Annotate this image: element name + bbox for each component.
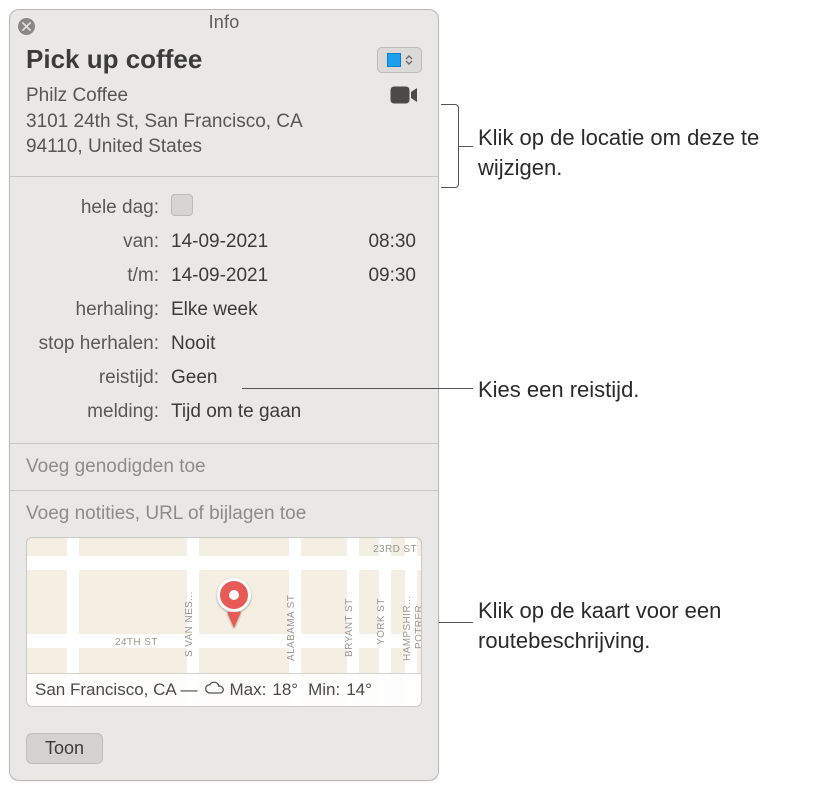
event-details: hele dag: van: 14-09-2021 08:30 t/m: 14-… xyxy=(10,177,438,444)
all-day-checkbox[interactable] xyxy=(171,194,193,216)
event-header: Pick up coffee Philz Coffee 3101 24th St… xyxy=(10,34,438,177)
weather-high: 18° xyxy=(272,680,298,700)
row-from: van: 14-09-2021 08:30 xyxy=(26,225,422,259)
popover-footer: Toon xyxy=(10,719,438,780)
invitees-field[interactable]: Voeg genodigden toe xyxy=(26,456,206,477)
show-button[interactable]: Toon xyxy=(26,733,103,764)
location-name: Philz Coffee xyxy=(26,83,356,109)
label-to: t/m: xyxy=(26,265,171,287)
to-time[interactable]: 09:30 xyxy=(342,265,422,287)
map-street-label: 23RD ST xyxy=(373,544,417,555)
calendar-color-swatch xyxy=(387,53,401,67)
map-footer: San Francisco, CA — Max:18° Min: 14° xyxy=(27,673,421,706)
notes-section: Voeg notities, URL of bijlagen toe 23RD … xyxy=(10,491,438,719)
row-repeat: herhaling: Elke week xyxy=(26,293,422,327)
calendar-picker[interactable] xyxy=(377,47,422,73)
row-to: t/m: 14-09-2021 09:30 xyxy=(26,259,422,293)
close-button[interactable] xyxy=(18,18,35,35)
annotation-leader xyxy=(459,146,473,147)
weather-low: 14° xyxy=(346,680,372,700)
weather-low-label: Min: xyxy=(308,680,340,700)
invitees-section: Voeg genodigden toe xyxy=(10,444,438,491)
annotation-leader xyxy=(242,388,473,389)
map-road xyxy=(27,556,421,570)
annotation-text: Klik op de locatie om deze te wijzigen. xyxy=(478,123,818,182)
label-all-day: hele dag: xyxy=(26,197,171,219)
event-location-field[interactable]: Philz Coffee 3101 24th St, San Francisco… xyxy=(26,83,356,160)
map-road xyxy=(27,634,421,648)
map-street-label: ALABAMA ST xyxy=(286,595,297,661)
map-preview[interactable]: 23RD ST 24TH ST S VAN NES... ALABAMA ST … xyxy=(26,537,422,707)
to-date[interactable]: 14-09-2021 xyxy=(171,265,342,287)
stop-repeat-value[interactable]: Nooit xyxy=(171,333,342,355)
label-repeat: herhaling: xyxy=(26,299,171,321)
map-street-label: S VAN NES... xyxy=(184,591,195,657)
window-titlebar: Info xyxy=(10,10,438,34)
location-address: 3101 24th St, San Francisco, CA 94110, U… xyxy=(26,109,356,160)
map-street-label: YORK ST xyxy=(376,598,387,645)
label-stop-repeat: stop herhalen: xyxy=(26,333,171,355)
map-street-label: BRYANT ST xyxy=(344,598,355,657)
repeat-value[interactable]: Elke week xyxy=(171,299,342,321)
map-street-label: 24TH ST xyxy=(115,637,158,648)
updown-chevrons-icon xyxy=(405,55,413,65)
window-title: Info xyxy=(10,12,438,33)
annotation-leader xyxy=(439,622,473,623)
notes-field[interactable]: Voeg notities, URL of bijlagen toe xyxy=(26,503,422,525)
weather-high-label: Max: xyxy=(230,680,267,700)
cloud-icon xyxy=(204,680,224,700)
map-pin-icon xyxy=(217,578,251,628)
from-time[interactable]: 08:30 xyxy=(342,231,422,253)
annotation-bracket xyxy=(441,104,459,188)
annotation-text: Klik op de kaart voor een routebeschrijv… xyxy=(478,596,818,655)
row-travel: reistijd: Geen xyxy=(26,361,422,395)
event-info-popover: Info Pick up coffee Philz Coffee 3101 24… xyxy=(9,9,439,781)
map-street-label: HAMPSHIR... xyxy=(402,595,413,661)
from-date[interactable]: 14-09-2021 xyxy=(171,231,342,253)
event-title-field[interactable]: Pick up coffee xyxy=(26,44,202,75)
map-street-label: POTRER... xyxy=(414,595,422,649)
row-alert: melding: Tijd om te gaan xyxy=(26,395,422,429)
alert-value[interactable]: Tijd om te gaan xyxy=(171,401,342,423)
travel-value[interactable]: Geen xyxy=(171,367,342,389)
row-stop-repeat: stop herhalen: Nooit xyxy=(26,327,422,361)
close-icon xyxy=(22,22,31,31)
label-alert: melding: xyxy=(26,401,171,423)
videocam-icon xyxy=(390,86,418,104)
annotation-text: Kies een reistijd. xyxy=(478,375,818,405)
map-city: San Francisco, CA — xyxy=(35,680,198,700)
row-all-day: hele dag: xyxy=(26,191,422,225)
add-video-call-button[interactable] xyxy=(386,83,422,107)
label-from: van: xyxy=(26,231,171,253)
label-travel: reistijd: xyxy=(26,367,171,389)
